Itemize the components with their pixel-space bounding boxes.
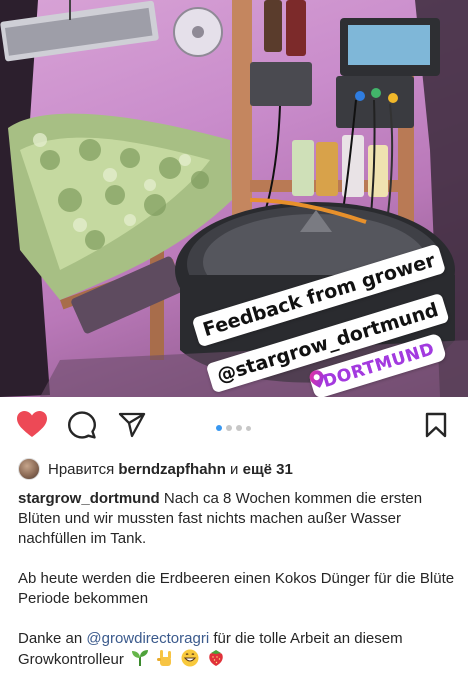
post-action-bar (0, 405, 468, 449)
carousel-dot (236, 425, 242, 431)
post-caption: stargrow_dortmund Nach ca 8 Wochen komme… (18, 489, 458, 693)
post-photo[interactable]: Feedback from grower @stargrow_dortmund … (0, 0, 468, 397)
caption-paragraph-1: stargrow_dortmund Nach ca 8 Wochen komme… (18, 489, 458, 549)
caption-mention-link[interactable]: @growdirectoragri (86, 630, 209, 647)
bookmark-icon (425, 412, 447, 443)
heart-filled-icon (17, 411, 47, 443)
liker-username[interactable]: berndzapfhahn (118, 461, 226, 478)
seedling-emoji (131, 649, 149, 673)
save-button[interactable] (420, 411, 452, 443)
likes-joiner: и (230, 460, 239, 478)
grinning-face-emoji (181, 649, 199, 673)
caption-text-3-pre: Danke an (18, 630, 83, 647)
carousel-dot (246, 425, 251, 431)
share-button[interactable] (116, 411, 148, 443)
likes-others-link[interactable]: ещё 31 (243, 461, 293, 478)
likes-prefix: Нравится (48, 460, 115, 478)
caption-text-2: Ab heute werden die Erdbeeren einen Koko… (18, 570, 455, 607)
carousel-dot (226, 425, 232, 431)
likes-summary[interactable]: Нравится berndzapfhahn и ещё 31 (18, 457, 293, 481)
paper-plane-icon (118, 412, 146, 443)
carousel-dot-active (216, 425, 222, 431)
grow-tent-scene (0, 0, 468, 397)
caption-paragraph-3: Danke an @growdirectoragri für die tolle… (18, 629, 458, 673)
comment-icon (68, 410, 96, 444)
liker-avatar[interactable] (18, 458, 40, 480)
caption-paragraph-2: Ab heute werden die Erdbeeren einen Koko… (18, 569, 458, 609)
strawberry-emoji (207, 649, 225, 673)
sign-of-horns-emoji (156, 649, 174, 673)
like-button[interactable] (16, 411, 48, 443)
carousel-indicator (216, 425, 251, 431)
comment-button[interactable] (66, 410, 98, 444)
caption-username[interactable]: stargrow_dortmund (18, 490, 160, 507)
